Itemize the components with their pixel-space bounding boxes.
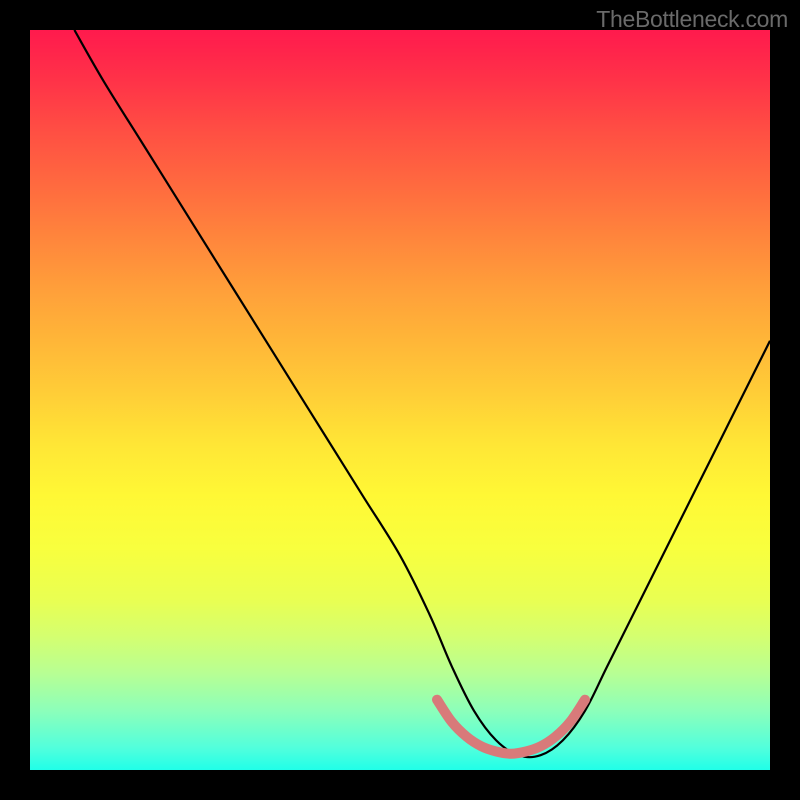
chart-plot-area xyxy=(30,30,770,770)
bottleneck-curve-line xyxy=(74,30,770,757)
valley-highlight-line xyxy=(437,700,585,754)
watermark-text: TheBottleneck.com xyxy=(596,6,788,33)
chart-svg xyxy=(30,30,770,770)
